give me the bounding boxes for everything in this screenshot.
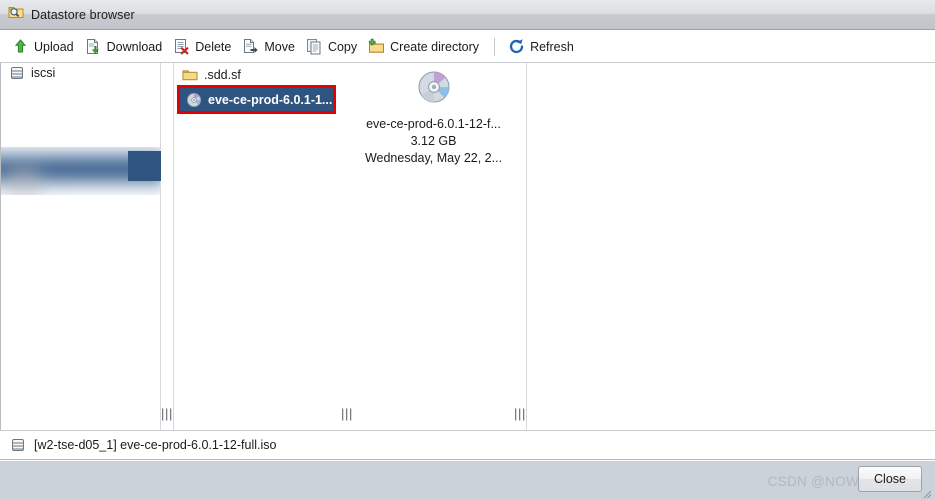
browser-columns: iscsi ||| .sdd.sf eve-ce-prod-6.0.1-1...…: [0, 63, 935, 430]
download-label: Download: [106, 39, 163, 54]
refresh-icon: [508, 38, 525, 55]
folder-search-icon: [8, 4, 24, 25]
column-resizer-3[interactable]: |||: [514, 63, 527, 430]
toolbar-separator: [494, 37, 496, 56]
list-item[interactable]: .sdd.sf: [174, 65, 341, 85]
status-bar: [w2-tse-d05_1] eve-ce-prod-6.0.1-12-full…: [0, 430, 935, 460]
copy-label: Copy: [327, 39, 358, 54]
refresh-button[interactable]: Refresh: [506, 35, 583, 59]
resize-grip-icon[interactable]: [920, 486, 932, 499]
column-datastores[interactable]: iscsi: [0, 63, 161, 430]
upload-arrow-icon: [12, 38, 29, 55]
upload-button[interactable]: Upload: [10, 35, 83, 59]
file-size: 3.12 GB: [410, 134, 457, 148]
refresh-label: Refresh: [530, 39, 574, 54]
move-label: Move: [264, 39, 295, 54]
delete-label: Delete: [195, 39, 232, 54]
file-modified-date: Wednesday, May 22, 2...: [364, 151, 503, 165]
iso-disc-icon: [186, 92, 202, 108]
file-detail-pane: eve-ce-prod-6.0.1-12-f... 3.12 GB Wednes…: [352, 69, 514, 167]
selection-extension-bar: [128, 151, 161, 181]
selected-item-label: eve-ce-prod-6.0.1-1...: [208, 92, 333, 107]
create-directory-label: Create directory: [390, 39, 480, 54]
selected-iso-highlight[interactable]: eve-ce-prod-6.0.1-1...: [177, 85, 336, 114]
grip-handle: |||: [161, 406, 173, 421]
datastore-icon: [9, 65, 25, 81]
list-item-label: iscsi: [31, 66, 56, 80]
datastore-icon: [10, 437, 26, 453]
file-name: eve-ce-prod-6.0.1-12-f...: [366, 117, 501, 131]
selected-path-text: [w2-tse-d05_1] eve-ce-prod-6.0.1-12-full…: [34, 438, 277, 452]
copy-button[interactable]: Copy: [304, 35, 366, 59]
move-page-icon: [242, 38, 259, 55]
move-button[interactable]: Move: [240, 35, 304, 59]
list-item-selected[interactable]: eve-ce-prod-6.0.1-1...: [180, 88, 333, 111]
new-folder-icon: [368, 38, 385, 55]
grip-handle: |||: [514, 406, 526, 421]
folder-icon: [182, 67, 198, 83]
window-titlebar: Datastore browser: [0, 0, 935, 30]
upload-label: Upload: [34, 39, 74, 54]
create-directory-button[interactable]: Create directory: [366, 35, 488, 59]
column-empty[interactable]: [530, 63, 935, 430]
column-file-details: eve-ce-prod-6.0.1-12-f... 3.12 GB Wednes…: [352, 63, 515, 430]
list-item-label: .sdd.sf: [204, 68, 241, 82]
dialog-footer: CSDN @NOWSHUT Close: [0, 461, 935, 500]
download-button[interactable]: Download: [83, 35, 172, 59]
download-page-icon: [85, 38, 102, 55]
list-item[interactable]: iscsi: [1, 63, 160, 83]
close-button[interactable]: Close: [858, 466, 922, 492]
copy-pages-icon: [306, 38, 323, 55]
column-folders[interactable]: .sdd.sf eve-ce-prod-6.0.1-1...: [174, 63, 342, 430]
delete-page-icon: [173, 38, 190, 55]
delete-button[interactable]: Delete: [171, 35, 240, 59]
window-title: Datastore browser: [31, 7, 135, 22]
toolbar: Upload Download Delete Move Copy Create …: [0, 31, 935, 63]
column-resizer-1[interactable]: |||: [161, 63, 174, 430]
iso-disc-icon: [352, 69, 514, 110]
datastore-browser-window: Datastore browser Upload Download Delete…: [0, 0, 935, 500]
